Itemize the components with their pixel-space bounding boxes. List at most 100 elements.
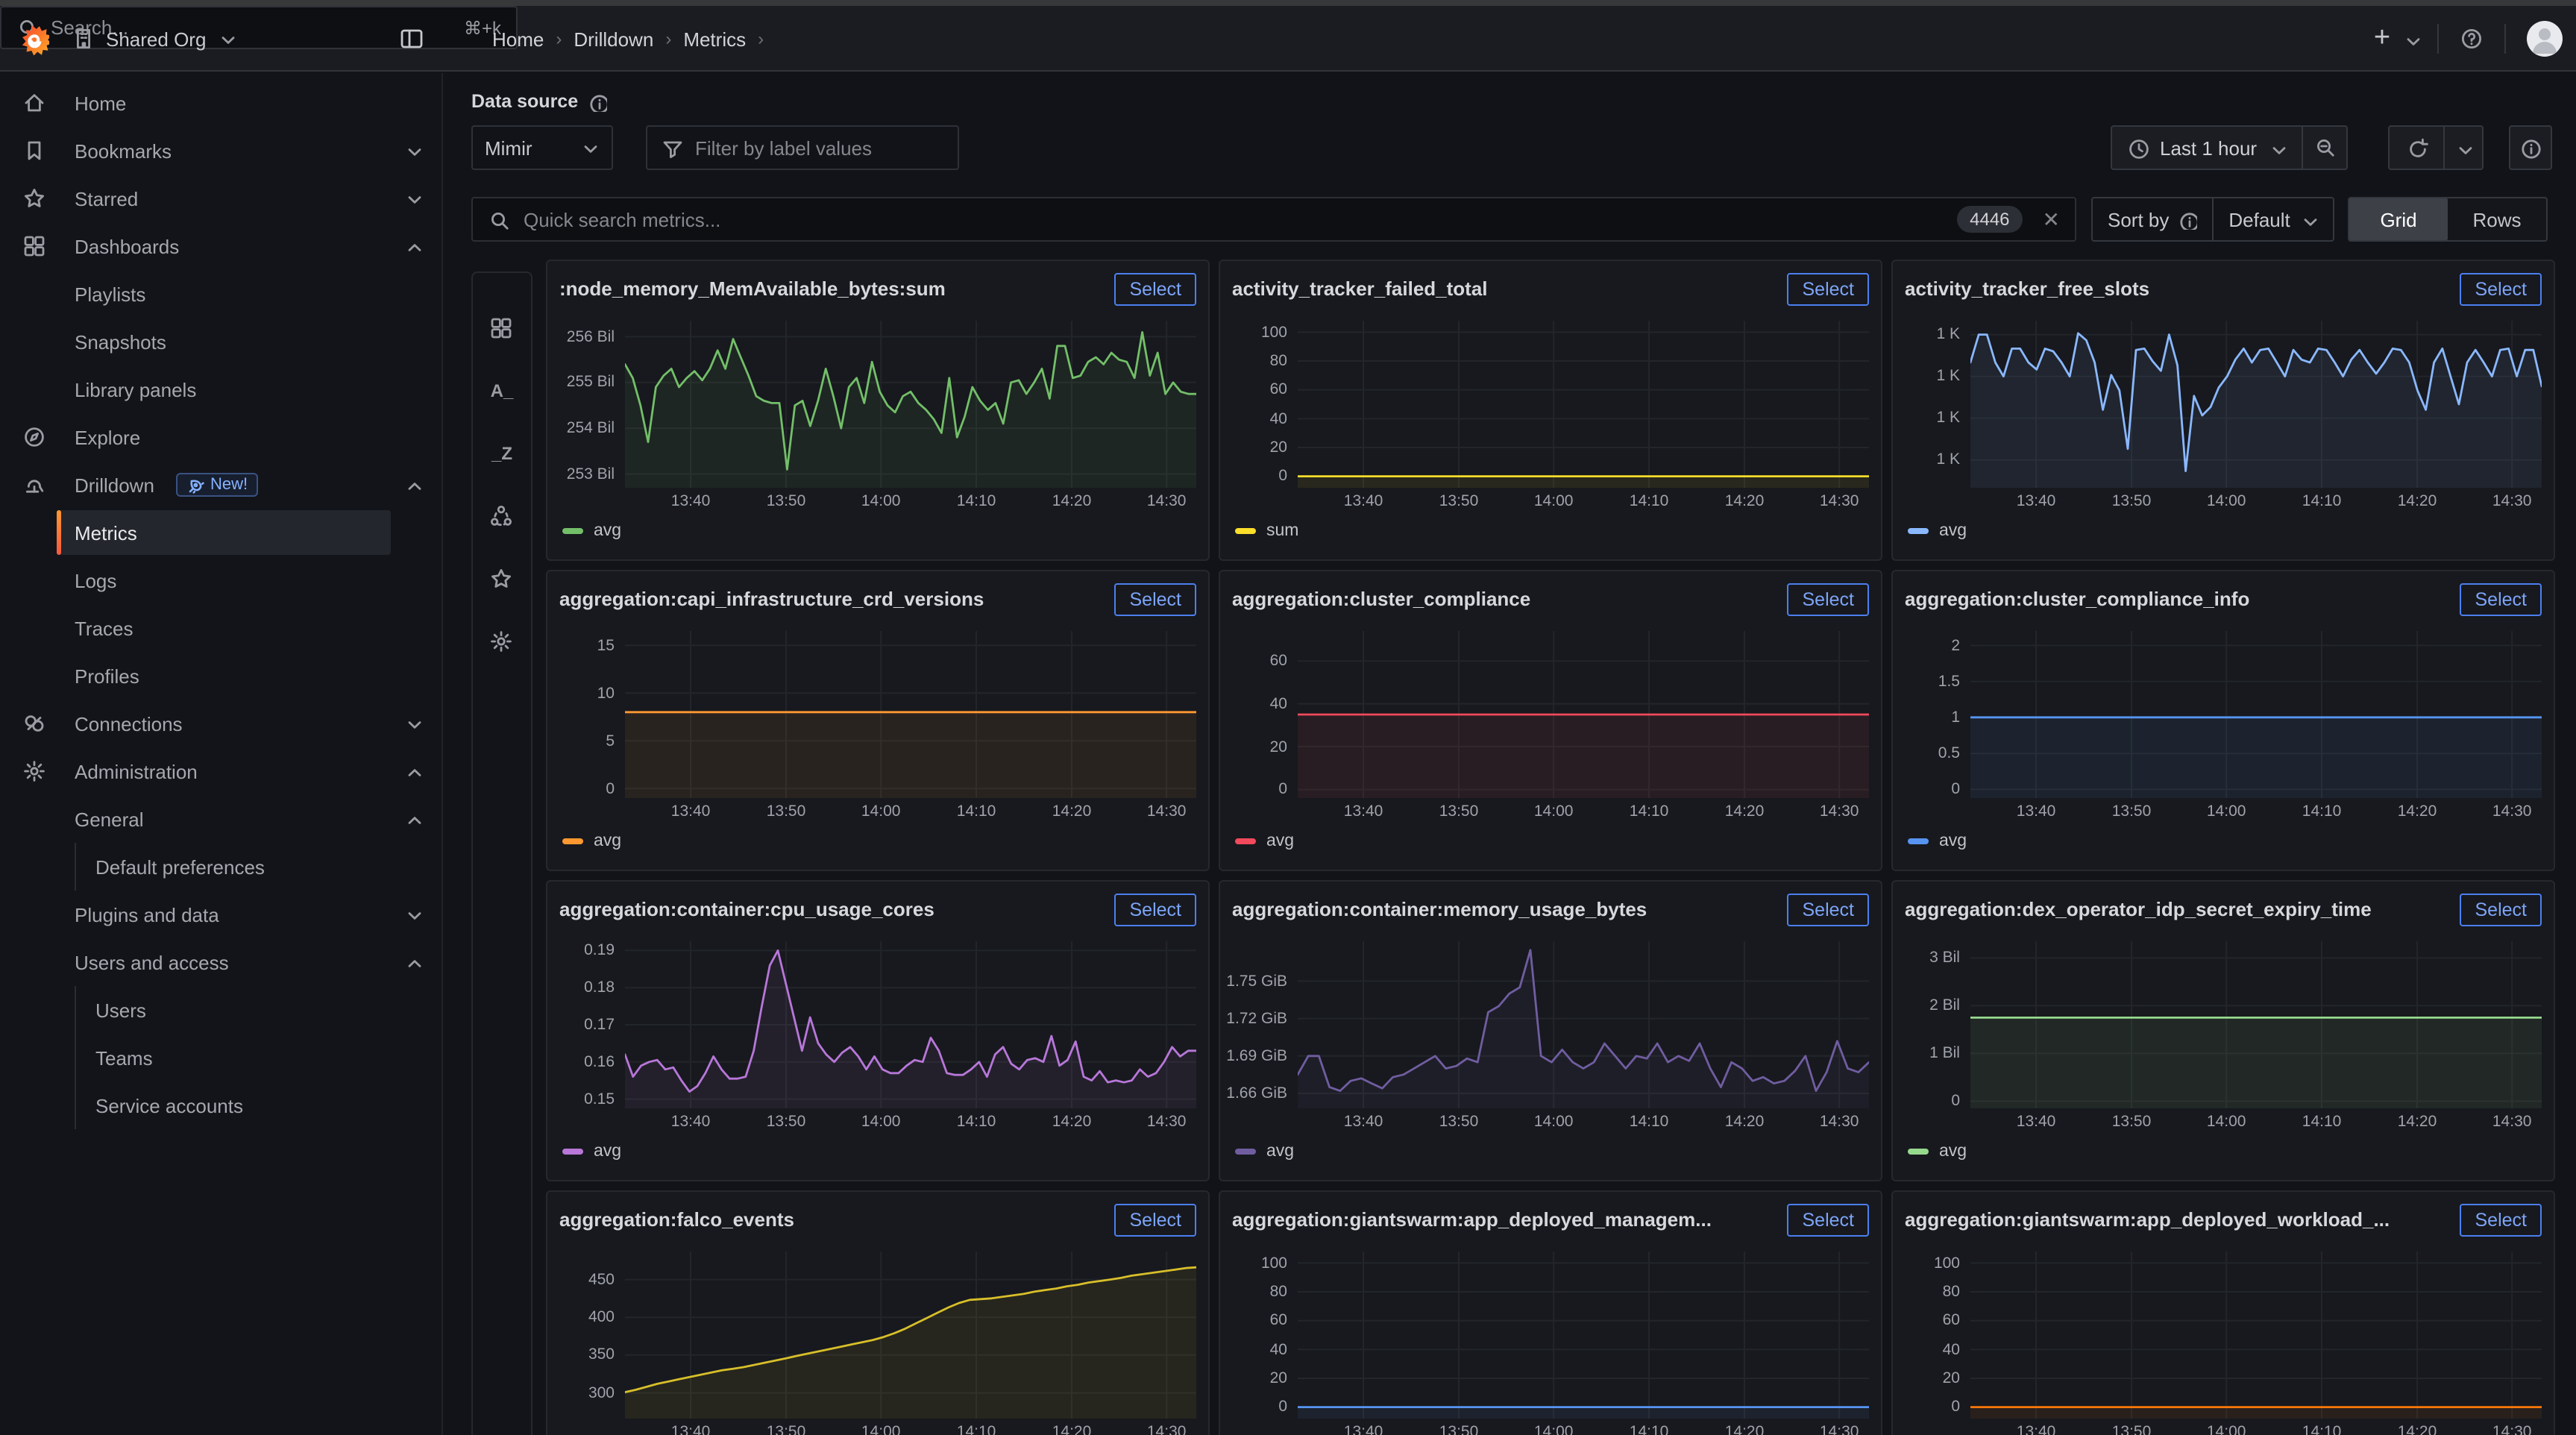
- chart-plot: [625, 941, 1196, 1108]
- sidebar-item-teams[interactable]: Teams: [0, 1034, 442, 1081]
- sidebar-item-drilldown[interactable]: DrilldownNew!: [0, 461, 442, 509]
- sidebar-item-explore[interactable]: Explore: [0, 413, 442, 461]
- chart-plot: [1970, 1252, 2542, 1419]
- select-button[interactable]: Select: [2460, 583, 2542, 616]
- legend: avg: [1235, 832, 1869, 850]
- legend: avg: [1908, 832, 2542, 850]
- metric-card: aggregation:capi_infrastructure_crd_vers…: [546, 570, 1210, 871]
- sidebar-item-metrics[interactable]: Metrics: [0, 509, 442, 556]
- breadcrumb-link[interactable]: Drilldown: [574, 28, 653, 50]
- select-button[interactable]: Select: [1788, 273, 1870, 306]
- label-filter-input[interactable]: Filter by label values: [646, 125, 959, 170]
- info-circle-icon[interactable]: [587, 92, 606, 111]
- select-button[interactable]: Select: [1788, 894, 1870, 926]
- zoom-out-button[interactable]: [2303, 125, 2348, 170]
- view-rows-button[interactable]: Rows: [2448, 198, 2546, 240]
- sidebar-collapse-button[interactable]: [400, 6, 425, 72]
- sidebar-item-connections[interactable]: Connections: [0, 700, 442, 747]
- sidebar-item-label: Dashboards: [75, 235, 179, 257]
- sidebar-item-home[interactable]: Home: [0, 79, 442, 127]
- sidebar-item-label: Profiles: [75, 665, 139, 687]
- datasource-select[interactable]: Mimir: [471, 125, 613, 170]
- sidebar-item-label: Default preferences: [95, 855, 265, 878]
- add-menu-chevron-down-icon[interactable]: [2397, 6, 2424, 72]
- y-axis-labels: 100806040200: [1905, 1252, 1970, 1419]
- select-button[interactable]: Select: [1115, 1204, 1197, 1237]
- sidebar-item-administration[interactable]: Administration: [0, 747, 442, 795]
- breadcrumb-link[interactable]: Metrics: [683, 28, 746, 50]
- view-grid-button[interactable]: Grid: [2349, 198, 2448, 240]
- datasource-value: Mimir: [485, 136, 533, 159]
- add-button[interactable]: +: [2366, 6, 2398, 72]
- sidebar-item-bookmarks[interactable]: Bookmarks: [0, 127, 442, 175]
- building-icon: [72, 27, 95, 51]
- legend-label: sum: [1266, 522, 1298, 540]
- gear-icon[interactable]: [489, 628, 515, 655]
- sidebar-item-label: Users and access: [75, 951, 229, 973]
- sidebar-item-starred[interactable]: Starred: [0, 175, 442, 222]
- org-name: Shared Org: [106, 28, 206, 50]
- sidebar-item-label: Home: [75, 92, 126, 114]
- sidebar-item-dashboards[interactable]: Dashboards: [0, 222, 442, 270]
- grafana-app: Shared Org Home›Drilldown›Metrics› Searc…: [0, 0, 2576, 1435]
- chevron-down-icon: [2267, 138, 2287, 157]
- sidebar-item-logs[interactable]: Logs: [0, 556, 442, 604]
- select-button[interactable]: Select: [1788, 583, 1870, 616]
- select-button[interactable]: Select: [1788, 1204, 1870, 1237]
- sidebar-item-default-preferences[interactable]: Default preferences: [0, 843, 442, 891]
- sidebar-item-profiles[interactable]: Profiles: [0, 652, 442, 700]
- quick-search-input[interactable]: Quick search metrics... 4446 ✕: [471, 197, 2076, 242]
- drilldown-icon: [21, 471, 48, 498]
- sidebar-item-users[interactable]: Users: [0, 986, 442, 1034]
- user-avatar[interactable]: [2527, 21, 2563, 57]
- sidebar-item-plugins-and-data[interactable]: Plugins and data: [0, 891, 442, 938]
- chart-plot: [1298, 631, 1869, 798]
- prefix-filter-button[interactable]: A_: [489, 377, 515, 404]
- metric-card: :node_memory_MemAvailable_bytes:sumSelec…: [546, 260, 1210, 561]
- cluster-icon[interactable]: [489, 503, 515, 530]
- legend-swatch: [1908, 1149, 1929, 1155]
- refresh-interval-chevron-down-icon[interactable]: [2445, 125, 2484, 170]
- x-axis-labels: 13:4013:5014:0014:1014:2014:30: [1970, 1108, 2542, 1132]
- breadcrumb-separator: ›: [758, 28, 764, 49]
- sidebar-item-label: Snapshots: [75, 330, 166, 353]
- chevron-down-icon: [403, 904, 424, 925]
- sidebar-item-users-and-access[interactable]: Users and access: [0, 938, 442, 986]
- suffix-filter-button[interactable]: _Z: [489, 440, 515, 467]
- star-icon[interactable]: [489, 565, 515, 592]
- select-button[interactable]: Select: [2460, 894, 2542, 926]
- sidebar-item-service-accounts[interactable]: Service accounts: [0, 1081, 442, 1129]
- sidebar-item-general[interactable]: General: [0, 795, 442, 843]
- x-axis-labels: 13:4013:5014:0014:1014:2014:30: [1298, 488, 1869, 512]
- sidebar-item-playlists[interactable]: Playlists: [0, 270, 442, 318]
- divider: [2504, 24, 2506, 54]
- sort-value-select[interactable]: Default: [2212, 198, 2333, 240]
- legend-label: avg: [1939, 832, 1967, 850]
- select-button[interactable]: Select: [2460, 273, 2542, 306]
- legend-label: avg: [1939, 1143, 1967, 1161]
- x-axis-labels: 13:4013:5014:0014:1014:2014:30: [1298, 798, 1869, 822]
- help-icon[interactable]: [2452, 6, 2491, 72]
- chart-plot: [1298, 321, 1869, 488]
- chart-plot: [1970, 321, 2542, 488]
- x-axis-labels: 13:4013:5014:0014:1014:2014:30: [625, 798, 1196, 822]
- select-button[interactable]: Select: [1115, 583, 1197, 616]
- info-button[interactable]: [2509, 125, 2552, 170]
- select-button[interactable]: Select: [1115, 894, 1197, 926]
- chevron-down-icon: [579, 137, 600, 158]
- grafana-logo[interactable]: [18, 6, 49, 72]
- refresh-button[interactable]: [2388, 125, 2445, 170]
- sidebar-item-library-panels[interactable]: Library panels: [0, 365, 442, 413]
- select-button[interactable]: Select: [1115, 273, 1197, 306]
- time-range-picker[interactable]: Last 1 hour: [2111, 125, 2303, 170]
- legend-swatch: [562, 528, 583, 534]
- select-button[interactable]: Select: [2460, 1204, 2542, 1237]
- org-picker[interactable]: Shared Org: [72, 6, 237, 72]
- breadcrumb-link[interactable]: Home: [492, 28, 544, 50]
- sidebar-item-snapshots[interactable]: Snapshots: [0, 318, 442, 365]
- sidebar-item-traces[interactable]: Traces: [0, 604, 442, 652]
- info-circle-icon[interactable]: [2178, 210, 2197, 229]
- filter-funnel-icon: [661, 136, 683, 159]
- clear-search-icon[interactable]: ✕: [2043, 207, 2060, 232]
- apps-icon[interactable]: [489, 315, 515, 342]
